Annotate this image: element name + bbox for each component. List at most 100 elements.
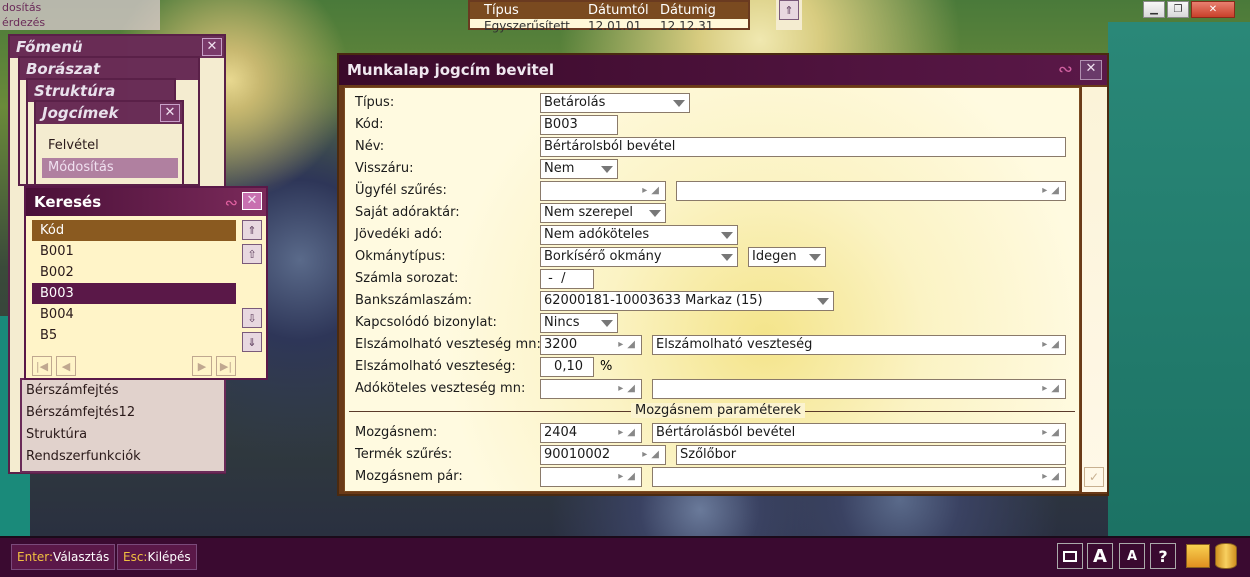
termek-name-field[interactable]: Szőlőbor: [676, 445, 1066, 465]
mozgas-par-code-field[interactable]: [540, 467, 642, 487]
dialog-body: Típus: Betárolás Kód: B003 Név: Bértárol…: [344, 87, 1080, 492]
label-visszaru: Visszáru:: [355, 161, 414, 176]
label-elsz-mn: Elszámolható veszteség mn:: [355, 337, 541, 352]
confirm-icon[interactable]: ✓: [1084, 467, 1104, 487]
list-item[interactable]: B002: [32, 262, 236, 283]
label-elsz: Elszámolható veszteség:: [355, 359, 516, 374]
menu-item-modositas[interactable]: Módosítás: [42, 158, 178, 178]
label-bank: Bankszámlaszám:: [355, 293, 473, 308]
label-nev: Név:: [355, 139, 385, 154]
menu-item-felvetel[interactable]: Felvétel: [42, 136, 178, 156]
menu-item-rendszerfunkciok[interactable]: Rendszerfunkciók: [22, 446, 224, 468]
mozgasnem-code-field[interactable]: 2404: [540, 423, 642, 443]
menu-item-struktura[interactable]: Struktúra: [22, 424, 224, 446]
label-szamla: Számla sorozat:: [355, 271, 459, 286]
first-page-icon[interactable]: |◀: [32, 356, 52, 376]
jogcimek-window: Jogcímek ✕ Felvétel Módosítás: [34, 100, 184, 186]
period-table: Típus Dátumtól Dátumig Egyszerűsített 12…: [468, 0, 750, 33]
col-datumtol: Dátumtól: [588, 3, 649, 18]
search-list: Kód B001 B002 B003 B004 B5: [32, 220, 236, 348]
close-icon[interactable]: ✕: [242, 192, 262, 210]
okmany2-select[interactable]: Idegen: [748, 247, 826, 267]
boraszat-title: Borászat: [20, 58, 198, 80]
window-icon[interactable]: [1057, 543, 1083, 569]
esc-key: Esc:: [123, 550, 148, 564]
font-smaller-icon[interactable]: A: [1119, 543, 1145, 569]
status-bar: Enter:Választás Esc:Kilépés A A ?: [0, 536, 1250, 577]
cell-tipus: Egyszerűsített: [484, 19, 570, 33]
dialog-title: Munkalap jogcím bevitel: [339, 55, 1107, 85]
okmany-select[interactable]: Borkísérő okmány: [540, 247, 738, 267]
window-controls: ▁ ❐ ✕: [1143, 1, 1235, 18]
sajat-select[interactable]: Nem szerepel: [540, 203, 666, 223]
fomenu-list: Bérszámfejtés Bérszámfejtés12 Struktúra …: [20, 378, 226, 473]
database-icon[interactable]: [1215, 543, 1237, 569]
list-item[interactable]: B004: [32, 304, 236, 325]
close-icon[interactable]: ✕: [1080, 60, 1102, 80]
label-jovedeki: Jövedéki adó:: [355, 227, 443, 242]
adokot-code-field[interactable]: [540, 379, 642, 399]
menu-strip-item[interactable]: dosítás: [0, 0, 160, 15]
elsz-mn-name-field[interactable]: Elszámolható veszteség: [652, 335, 1066, 355]
last-page-icon[interactable]: ▶|: [216, 356, 236, 376]
label-adokot: Adóköteles veszteség mn:: [355, 381, 526, 396]
jovedeki-select[interactable]: Nem adóköteles: [540, 225, 738, 245]
list-item-selected[interactable]: B003: [32, 283, 236, 304]
tipus-select[interactable]: Betárolás: [540, 93, 690, 113]
label-kod: Kód:: [355, 117, 384, 132]
kod-field[interactable]: B003: [540, 115, 618, 135]
font-larger-icon[interactable]: A: [1087, 543, 1113, 569]
enter-hint[interactable]: Enter:Választás: [11, 544, 116, 570]
list-item[interactable]: B5: [32, 325, 236, 346]
bank-select[interactable]: 62000181-10003633 Markaz (15): [540, 291, 834, 311]
elsz-mn-code-field[interactable]: 3200: [540, 335, 642, 355]
section-label: Mozgásnem paraméterek: [631, 403, 805, 418]
background-panel: [1108, 22, 1250, 536]
table-scrollbar: ⇑: [776, 0, 802, 30]
label-ugyfel: Ügyfél szűrés:: [355, 183, 447, 198]
scroll-down-icon[interactable]: ⇩: [242, 308, 262, 328]
list-item[interactable]: B001: [32, 241, 236, 262]
close-icon[interactable]: ✕: [202, 38, 222, 56]
szamla-field[interactable]: - /: [540, 269, 594, 289]
help-icon[interactable]: ?: [1150, 543, 1176, 569]
elsz-field[interactable]: 0,10: [540, 357, 594, 377]
label-mozgas-par: Mozgásnem pár:: [355, 469, 463, 484]
menu-item-berszamfejtes[interactable]: Bérszámfejtés: [22, 380, 224, 402]
mozgas-par-name-field[interactable]: [652, 467, 1066, 487]
table-row[interactable]: Egyszerűsített 12.01.01 12.12.31: [470, 19, 748, 33]
close-icon[interactable]: ✕: [160, 104, 180, 122]
monitor-icon[interactable]: [1186, 544, 1210, 568]
kapcs-select[interactable]: Nincs: [540, 313, 618, 333]
cell-datumtol: 12.01.01: [588, 19, 642, 33]
visszaru-select[interactable]: Nem: [540, 159, 618, 179]
search-dialog: Keresés ∾ ✕ Kód B001 B002 B003 B004 B5 ⇑…: [24, 186, 268, 380]
percent-unit: %: [600, 359, 613, 374]
mozgasnem-name-field[interactable]: Bértárolásból bevétel: [652, 423, 1066, 443]
enter-key: Enter:: [17, 550, 54, 564]
col-datumig: Dátumig: [660, 3, 716, 18]
nev-field[interactable]: Bértárolsból bevétel: [540, 137, 1066, 157]
scroll-bottom-icon[interactable]: ⇓: [242, 332, 262, 352]
ugyfel-name-field[interactable]: [676, 181, 1066, 201]
table-header: Típus Dátumtól Dátumig: [470, 2, 748, 19]
menu-strip-item[interactable]: érdezés: [0, 15, 160, 30]
menu-item-berszamfejtes12[interactable]: Bérszámfejtés12: [22, 402, 224, 424]
termek-code-field[interactable]: 90010002: [540, 445, 666, 465]
esc-hint[interactable]: Esc:Kilépés: [117, 544, 197, 570]
minimize-button[interactable]: ▁: [1143, 1, 1165, 18]
restore-button[interactable]: ❐: [1167, 1, 1189, 18]
prev-page-icon[interactable]: ◀: [56, 356, 76, 376]
next-page-icon[interactable]: ▶: [192, 356, 212, 376]
ugyfel-code-field[interactable]: [540, 181, 666, 201]
close-window-button[interactable]: ✕: [1191, 1, 1235, 18]
scroll-top-icon[interactable]: ⇑: [242, 220, 262, 240]
scroll-up-icon[interactable]: ⇧: [242, 244, 262, 264]
adokot-name-field[interactable]: [652, 379, 1066, 399]
dialog-side: ✓: [1082, 87, 1107, 492]
col-tipus: Típus: [484, 3, 519, 18]
label-mozgasnem: Mozgásnem:: [355, 425, 438, 440]
scroll-top-icon[interactable]: ⇑: [779, 0, 799, 20]
label-tipus: Típus:: [355, 95, 395, 110]
background-menu-strip: dosítás érdezés: [0, 0, 160, 30]
